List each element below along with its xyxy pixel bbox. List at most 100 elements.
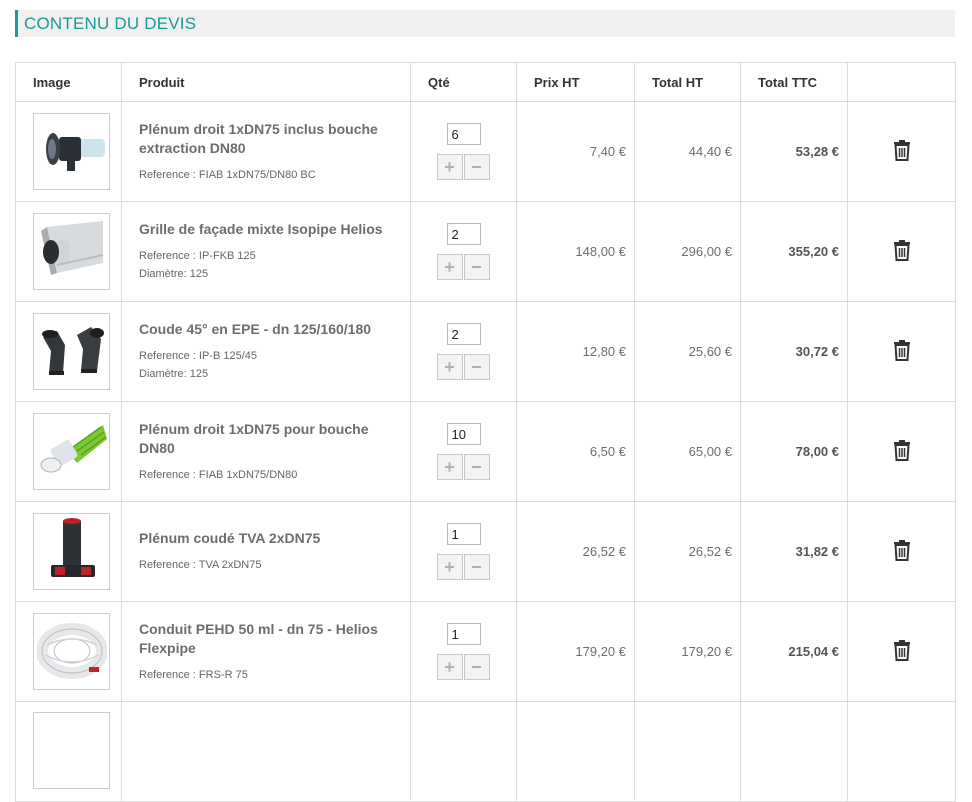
header-total-ht: Total HT	[634, 62, 741, 102]
decrease-qty-button[interactable]: −	[463, 454, 490, 480]
plenum-hose-icon	[37, 415, 107, 488]
increase-qty-button[interactable]: +	[436, 354, 463, 380]
cell-qty: + −	[410, 301, 517, 402]
quantity-input[interactable]	[446, 323, 481, 345]
decrease-qty-button[interactable]: −	[463, 354, 490, 380]
cell-qty: + −	[410, 601, 517, 702]
product-thumbnail[interactable]	[33, 313, 110, 390]
increase-qty-button[interactable]: +	[436, 654, 463, 680]
plenum-elbow-icon	[37, 515, 107, 588]
quantity-input[interactable]	[446, 123, 481, 145]
product-name[interactable]: Grille de façade mixte Isopipe Helios	[139, 220, 400, 239]
minus-icon: −	[471, 157, 482, 177]
cell-delete	[847, 401, 956, 502]
table-header-row: Image Produit Qté Prix HT Total HT Total…	[15, 62, 956, 102]
total-ht: 25,60 €	[634, 301, 741, 402]
plus-icon: +	[444, 357, 455, 377]
trash-icon[interactable]	[892, 639, 912, 664]
plenum-icon	[37, 115, 107, 188]
product-thumbnail[interactable]	[33, 413, 110, 490]
trash-icon[interactable]	[892, 339, 912, 364]
cell-delete	[847, 101, 956, 202]
total-ttc: 53,28 €	[740, 101, 848, 202]
product-reference: Reference : FIAB 1xDN75/DN80	[139, 468, 298, 481]
cell-product: Plénum droit 1xDN75 pour bouche DN80 Ref…	[121, 401, 411, 502]
minus-icon: −	[471, 257, 482, 277]
table-row: Plénum droit 1xDN75 pour bouche DN80 Ref…	[15, 401, 956, 502]
unit-price: 179,20 €	[516, 601, 635, 702]
plus-icon: +	[444, 557, 455, 577]
product-thumbnail[interactable]	[33, 513, 110, 590]
cell-delete	[847, 301, 956, 402]
increase-qty-button[interactable]: +	[436, 554, 463, 580]
minus-icon: −	[471, 557, 482, 577]
total-ht: 65,00 €	[634, 401, 741, 502]
table-row: Plénum droit 1xDN75 inclus bouche extrac…	[15, 101, 956, 202]
header-product: Produit	[121, 62, 411, 102]
trash-icon[interactable]	[892, 139, 912, 164]
cell-product: Plénum droit 1xDN75 inclus bouche extrac…	[121, 101, 411, 202]
product-name[interactable]: Coude 45° en EPE - dn 125/160/180	[139, 320, 400, 339]
cell-image	[15, 601, 122, 702]
total-ht: 44,40 €	[634, 101, 741, 202]
product-thumbnail[interactable]	[33, 613, 110, 690]
total-ht: 179,20 €	[634, 601, 741, 702]
product-reference: Reference : IP-FKB 125	[139, 250, 256, 262]
total-ttc: 31,82 €	[740, 501, 848, 602]
product-reference: Reference : FIAB 1xDN75/DN80 BC	[139, 168, 316, 181]
quantity-input[interactable]	[446, 423, 481, 445]
product-reference: Reference : TVA 2xDN75	[139, 559, 262, 571]
product-name[interactable]: Plénum droit 1xDN75 inclus bouche extrac…	[139, 120, 400, 158]
product-name[interactable]: Plénum droit 1xDN75 pour bouche DN80	[139, 420, 400, 458]
unit-price: 26,52 €	[516, 501, 635, 602]
quantity-input[interactable]	[446, 623, 481, 645]
trash-icon[interactable]	[892, 439, 912, 464]
decrease-qty-button[interactable]: −	[463, 154, 490, 180]
increase-qty-button[interactable]: +	[436, 454, 463, 480]
quantity-input[interactable]	[446, 223, 481, 245]
plus-icon: +	[444, 157, 455, 177]
cell-product: Grille de façade mixte Isopipe Helios Re…	[121, 201, 411, 302]
decrease-qty-button[interactable]: −	[463, 554, 490, 580]
product-thumbnail[interactable]	[33, 213, 110, 290]
quantity-input[interactable]	[446, 523, 481, 545]
table-row: Plénum coudé TVA 2xDN75 Reference : TVA …	[15, 501, 956, 602]
cell-qty: + −	[410, 501, 517, 602]
plus-icon: +	[444, 657, 455, 677]
product-reference: Reference : IP-B 125/45	[139, 350, 258, 362]
pipe-coil-icon	[35, 615, 108, 688]
minus-icon: −	[471, 657, 482, 677]
product-name[interactable]: Plénum coudé TVA 2xDN75	[139, 529, 400, 548]
minus-icon: −	[471, 457, 482, 477]
cell-product: Coude 45° en EPE - dn 125/160/180 Refere…	[121, 301, 411, 402]
table-row: Conduit PEHD 50 ml - dn 75 - Helios Flex…	[15, 601, 956, 702]
decrease-qty-button[interactable]: −	[463, 254, 490, 280]
product-diameter: Diamètre: 125	[139, 268, 209, 280]
cell-image	[15, 101, 122, 202]
total-ht: 26,52 €	[634, 501, 741, 602]
product-diameter: Diamètre: 125	[139, 368, 209, 380]
increase-qty-button[interactable]: +	[436, 254, 463, 280]
cell-qty: + −	[410, 401, 517, 502]
decrease-qty-button[interactable]: −	[463, 654, 490, 680]
product-name[interactable]: Conduit PEHD 50 ml - dn 75 - Helios Flex…	[139, 620, 400, 658]
trash-icon[interactable]	[892, 239, 912, 264]
cell-product: Conduit PEHD 50 ml - dn 75 - Helios Flex…	[121, 601, 411, 702]
total-ttc: 78,00 €	[740, 401, 848, 502]
product-thumbnail[interactable]	[33, 113, 110, 190]
section-title: CONTENU DU DEVIS	[15, 10, 955, 37]
total-ttc: 355,20 €	[740, 201, 848, 302]
trash-icon[interactable]	[892, 539, 912, 564]
unit-price: 7,40 €	[516, 101, 635, 202]
plus-icon: +	[444, 257, 455, 277]
table-row: Grille de façade mixte Isopipe Helios Re…	[15, 201, 956, 302]
increase-qty-button[interactable]: +	[436, 154, 463, 180]
cell-qty: + −	[410, 101, 517, 202]
cell-image	[15, 501, 122, 602]
product-thumbnail[interactable]	[33, 712, 110, 789]
unit-price: 12,80 €	[516, 301, 635, 402]
cell-product: Plénum coudé TVA 2xDN75 Reference : TVA …	[121, 501, 411, 602]
cell-image	[15, 201, 122, 302]
header-total-ttc: Total TTC	[740, 62, 848, 102]
cell-image	[15, 401, 122, 502]
